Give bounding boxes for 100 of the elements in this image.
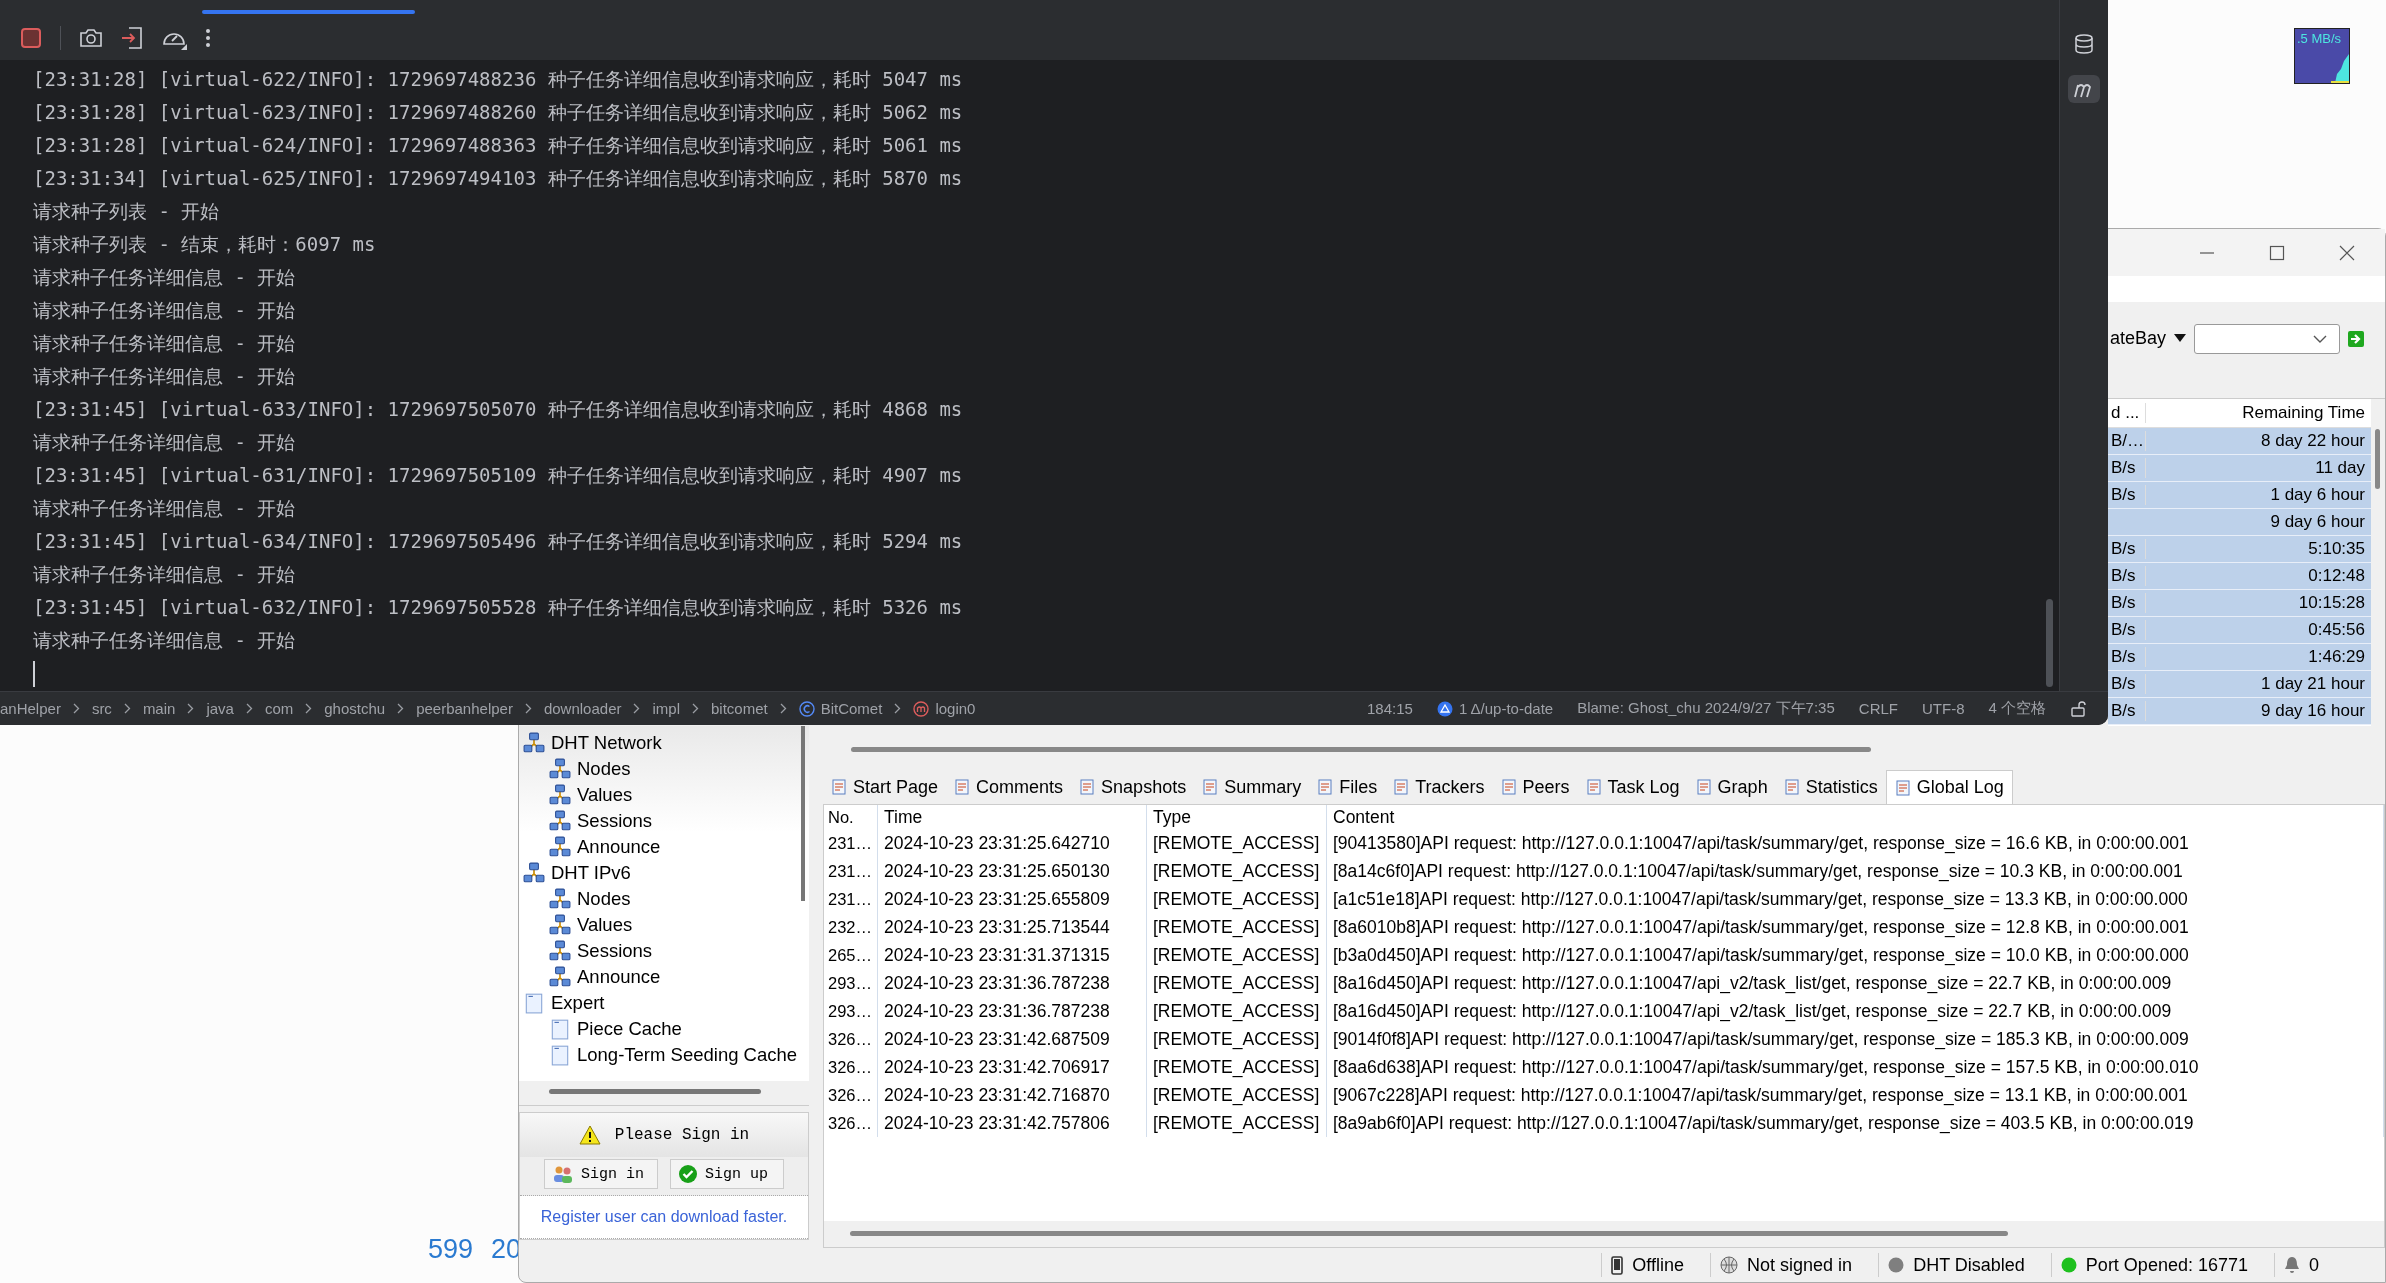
status-item[interactable]: 1 Δ/up-to-date <box>1436 700 1554 717</box>
task-row[interactable]: B/s 9 day 16 hour <box>2108 698 2371 725</box>
scrollbar-thumb[interactable] <box>2375 429 2380 489</box>
table-cell: [REMOTE_ACCESS] <box>1147 997 1327 1025</box>
tree-item[interactable]: Values <box>519 782 798 808</box>
check-icon <box>679 1165 697 1183</box>
task-row[interactable]: B/s 1 day 6 hour <box>2108 482 2371 509</box>
more-icon[interactable] <box>205 28 211 48</box>
tree-item[interactable]: Long-Term Seeding Cache <box>519 1042 798 1068</box>
task-row[interactable]: B/s 5:10:35 <box>2108 536 2371 563</box>
table-cell: [8a6010b8]API request: http://127.0.0.1:10047/api/task/summary/get, response_size = 12.8 KB, in 0:00:00.001 <box>1327 913 2384 941</box>
stop-icon[interactable] <box>20 27 42 49</box>
search-field[interactable] <box>2194 324 2341 354</box>
tab[interactable]: Global Log <box>1885 769 2013 805</box>
task-row[interactable]: B/s 1:46:29 <box>2108 644 2371 671</box>
tab[interactable]: Statistics <box>1775 770 1886 804</box>
table-cell: [REMOTE_ACCESS] <box>1147 1109 1327 1137</box>
tree-item[interactable]: Piece Cache <box>519 1016 798 1042</box>
status-item[interactable]: CRLF <box>1858 700 1898 717</box>
tab[interactable]: Trackers <box>1385 770 1493 804</box>
tab[interactable]: Comments <box>946 770 1072 804</box>
register-link[interactable]: Register user can download faster. <box>520 1196 808 1239</box>
tab[interactable]: Start Page <box>823 770 947 804</box>
task-row[interactable]: B/s 11 day <box>2108 455 2371 482</box>
breadcrumb-item[interactable]: downloader <box>543 700 622 717</box>
tab[interactable]: Summary <box>1194 770 1310 804</box>
status-text: Offline <box>1632 1254 1685 1276</box>
exit-icon[interactable] <box>121 26 143 50</box>
tree-item[interactable]: DHT Network <box>519 730 798 756</box>
task-row[interactable]: B/s 0:12:48 <box>2108 563 2371 590</box>
scrollbar-thumb[interactable] <box>850 1231 2008 1236</box>
status-item[interactable]: 184:15 <box>1367 700 1413 717</box>
scrollbar-thumb[interactable] <box>2046 599 2053 687</box>
table-cell: 265… <box>824 941 878 969</box>
table-cell: B/s <box>2111 701 2136 720</box>
scrollbar-thumb[interactable] <box>549 1089 761 1094</box>
table-cell: 2024-10-23 23:31:25.655809 <box>878 885 1147 913</box>
breadcrumb-item[interactable]: BitComet <box>798 700 883 717</box>
tab[interactable]: Peers <box>1492 770 1578 804</box>
sign-up-button[interactable]: Sign up <box>670 1159 784 1189</box>
breadcrumb-item[interactable]: login0 <box>913 700 976 717</box>
table-cell: [9067c228]API request: http://127.0.0.1:10047/api/task/summary/get, response_size = 13.1 KB, in 0:00:00.001 <box>1327 1081 2384 1109</box>
tree-item[interactable]: Announce <box>519 834 798 860</box>
task-row[interactable]: B/s 0:45:56 <box>2108 617 2371 644</box>
breadcrumb-item[interactable]: src <box>91 700 112 717</box>
column-header[interactable]: No. <box>824 805 878 829</box>
status-item[interactable]: Blame: Ghost_chu 2024/9/27 下午7:35 <box>1577 699 1835 718</box>
table-cell: [8a16d450]API request: http://127.0.0.1:10047/api_v2/task_list/get, response_size = 22.7 KB, in 0:00:00.009 <box>1327 969 2384 997</box>
breadcrumb-item[interactable]: ghostchu <box>324 700 386 717</box>
tree-item[interactable]: Values <box>519 912 798 938</box>
console-line: 请求种子任务详细信息 - 开始 <box>33 364 297 389</box>
sign-in-button[interactable]: Sign in <box>544 1159 658 1189</box>
tab[interactable]: Graph <box>1687 770 1776 804</box>
tree-item[interactable]: Announce <box>519 964 798 990</box>
dropdown-caret-icon[interactable] <box>2174 334 2187 342</box>
maximize-icon[interactable] <box>2269 244 2285 261</box>
network-icon <box>523 862 545 884</box>
status-item[interactable]: UTF-8 <box>1922 700 1965 717</box>
tree-item[interactable]: Sessions <box>519 808 798 834</box>
camera-icon[interactable] <box>79 27 103 49</box>
table-cell: 2024-10-23 23:31:25.642710 <box>878 829 1147 857</box>
breadcrumb-item[interactable]: anHelper <box>0 700 61 717</box>
breadcrumb-item[interactable]: impl <box>652 700 680 717</box>
tree-item[interactable]: Nodes <box>519 756 798 782</box>
breadcrumb-item[interactable]: java <box>206 700 234 717</box>
close-icon[interactable] <box>2339 244 2355 261</box>
breadcrumb-item[interactable]: com <box>264 700 294 717</box>
column-header[interactable]: Type <box>1147 805 1327 829</box>
column-header[interactable]: Time <box>878 805 1147 829</box>
table-cell: 2024-10-23 23:31:42.687509 <box>878 1025 1147 1053</box>
tab[interactable]: Files <box>1309 770 1386 804</box>
breadcrumb-item[interactable]: main <box>142 700 176 717</box>
breadcrumb-item[interactable]: bitcomet <box>711 700 768 717</box>
task-row[interactable]: 9 day 6 hour <box>2108 509 2371 536</box>
database-icon[interactable] <box>2073 33 2095 55</box>
tab[interactable]: Task Log <box>1577 770 1688 804</box>
task-row[interactable]: B/s 10:15:28 <box>2108 590 2371 617</box>
tab[interactable]: Snapshots <box>1071 770 1195 804</box>
scrollbar-thumb[interactable] <box>801 726 806 901</box>
column-header[interactable]: Remaining Time <box>2146 403 2371 423</box>
task-row[interactable]: B/… 8 day 22 hour <box>2108 428 2371 455</box>
table-cell: 231… <box>824 829 878 857</box>
breadcrumb-item[interactable]: peerbanhelper <box>416 700 513 717</box>
tree-item[interactable]: Sessions <box>519 938 798 964</box>
status-item[interactable]: 4 个空格 <box>1988 699 2046 718</box>
task-row[interactable]: B/s 1 day 21 hour <box>2108 671 2371 698</box>
search-site-label[interactable]: ateBay <box>2110 324 2167 349</box>
plugin-icon[interactable] <box>2068 75 2100 103</box>
phone-icon <box>1611 1255 1624 1275</box>
text-cursor <box>33 661 35 687</box>
scrollbar-thumb[interactable] <box>851 747 1871 752</box>
console-line: [23:31:28] [virtual-623/INFO]: 1729697488260 种子任务详细信息收到请求响应，耗时 5062 ms <box>33 100 964 125</box>
bell-icon <box>2284 1256 2300 1274</box>
tree-item[interactable]: DHT IPv6 <box>519 860 798 886</box>
column-header[interactable]: Content <box>1327 805 2384 829</box>
lock-icon[interactable] <box>2070 700 2086 717</box>
tree-item[interactable]: Expert <box>519 990 798 1016</box>
status-text: Port Opened: 16771 <box>2085 1254 2248 1276</box>
tree-item[interactable]: Nodes <box>519 886 798 912</box>
table-cell: 231… <box>824 857 878 885</box>
